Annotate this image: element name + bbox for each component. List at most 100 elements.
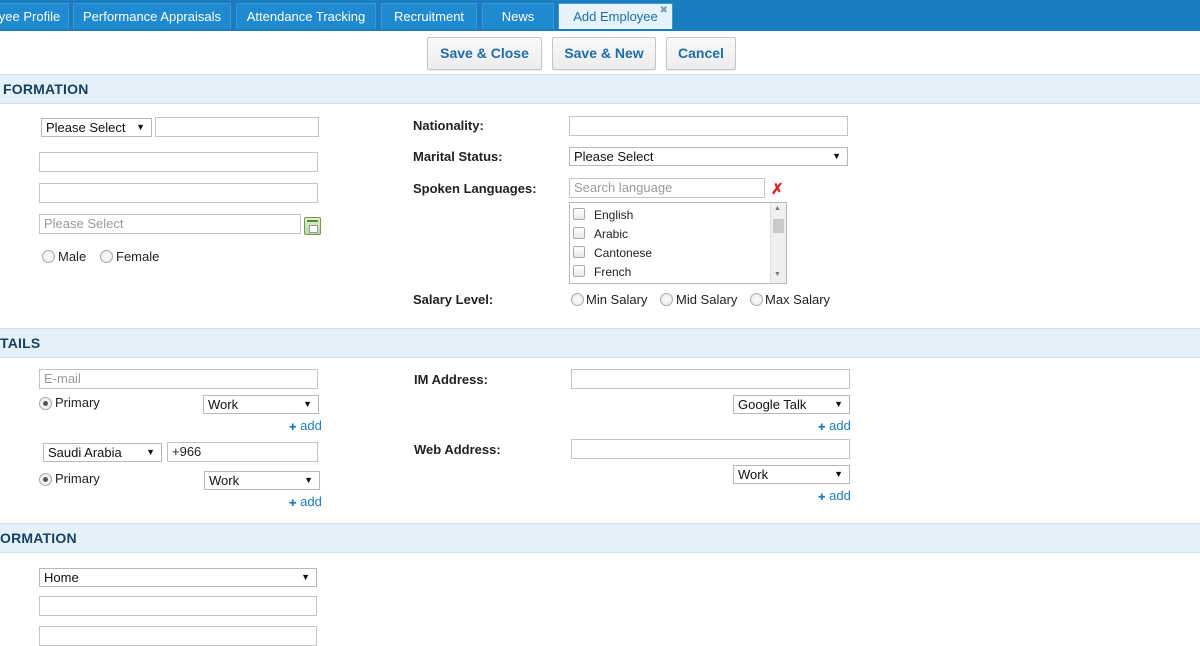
im-address-label: IM Address: xyxy=(414,372,488,387)
salary-level-label: Salary Level: xyxy=(413,292,494,307)
tab-employee-profile[interactable]: yee Profile xyxy=(0,3,69,29)
language-label: English xyxy=(594,208,634,222)
add-phone-link[interactable]: ✚ add xyxy=(289,494,322,509)
phone-type-select[interactable]: Work ▼ xyxy=(204,471,320,490)
salary-max-radio[interactable] xyxy=(750,293,763,306)
section-title: TAILS xyxy=(0,335,41,351)
tab-performance-appraisals[interactable]: Performance Appraisals xyxy=(73,3,231,29)
add-link-label: add xyxy=(829,418,851,433)
gender-male-radio[interactable] xyxy=(42,250,55,263)
nationality-input[interactable] xyxy=(569,116,848,136)
language-checkbox[interactable] xyxy=(573,265,585,277)
gender-female-label: Female xyxy=(116,249,160,264)
email-primary-label: Primary xyxy=(55,395,100,410)
dropdown-arrow-icon: ▼ xyxy=(136,122,145,132)
select-value: Work xyxy=(738,467,769,482)
language-search-input[interactable]: Search language xyxy=(569,178,765,198)
dropdown-arrow-icon: ▼ xyxy=(301,572,310,582)
plus-icon: ✚ xyxy=(289,422,297,432)
select-value: Work xyxy=(209,473,240,488)
cancel-button[interactable]: Cancel xyxy=(666,37,736,70)
section-header-address: ORMATION xyxy=(0,523,1200,553)
scrollbar-thumb[interactable] xyxy=(773,219,784,233)
marital-status-label: Marital Status: xyxy=(413,149,503,164)
gender-male-label: Male xyxy=(58,249,87,264)
add-link-label: add xyxy=(300,494,322,509)
web-type-select[interactable]: Work ▼ xyxy=(733,465,850,484)
add-email-link[interactable]: ✚ add xyxy=(289,418,322,433)
add-link-label: add xyxy=(300,418,322,433)
add-im-link[interactable]: ✚ add xyxy=(818,418,851,433)
tab-label: Attendance Tracking xyxy=(246,9,366,24)
plus-icon: ✚ xyxy=(818,422,826,432)
input-placeholder: E-mail xyxy=(44,371,81,386)
phone-primary-radio[interactable] xyxy=(39,473,52,486)
address-type-select[interactable]: Home ▼ xyxy=(39,568,317,587)
birthdate-input[interactable]: Please Select xyxy=(39,214,301,234)
web-address-input[interactable] xyxy=(571,439,850,459)
select-value: Please Select xyxy=(46,120,126,135)
scroll-down-icon[interactable]: ▼ xyxy=(774,271,781,278)
email-primary-radio[interactable] xyxy=(39,397,52,410)
section-title: ORMATION xyxy=(0,530,77,546)
tab-add-employee[interactable]: Add Employee ✖ xyxy=(558,3,673,29)
salary-max-label: Max Salary xyxy=(765,292,831,307)
tab-label: Recruitment xyxy=(393,9,465,24)
dropdown-arrow-icon: ▼ xyxy=(834,399,843,409)
phone-primary-label: Primary xyxy=(55,471,100,486)
input-placeholder: Search language xyxy=(574,180,673,195)
add-link-label: add xyxy=(829,488,851,503)
nationality-label: Nationality: xyxy=(413,118,484,133)
salary-mid-radio[interactable] xyxy=(660,293,673,306)
im-type-select[interactable]: Google Talk ▼ xyxy=(733,395,850,414)
name-input[interactable] xyxy=(155,117,319,137)
salary-min-label: Min Salary xyxy=(586,292,648,307)
select-value: Google Talk xyxy=(738,397,807,412)
phone-country-select[interactable]: Saudi Arabia ▼ xyxy=(43,443,162,462)
tab-label: Add Employee xyxy=(573,9,658,24)
text-input[interactable] xyxy=(39,152,318,172)
language-checkbox[interactable] xyxy=(573,208,585,220)
select-value: Work xyxy=(208,397,239,412)
save-new-button[interactable]: Save & New xyxy=(552,37,656,70)
email-input[interactable]: E-mail xyxy=(39,369,318,389)
email-type-select[interactable]: Work ▼ xyxy=(203,395,319,414)
salary-min-radio[interactable] xyxy=(571,293,584,306)
dropdown-arrow-icon: ▼ xyxy=(146,447,155,457)
save-close-button[interactable]: Save & Close xyxy=(427,37,542,70)
language-checkbox[interactable] xyxy=(573,227,585,239)
address-line-input[interactable] xyxy=(39,596,317,616)
clear-icon[interactable]: ✗ xyxy=(771,180,784,198)
tab-label: News xyxy=(501,9,535,24)
text-input[interactable] xyxy=(39,183,318,203)
gender-female-radio[interactable] xyxy=(100,250,113,263)
title-select[interactable]: Please Select ▼ xyxy=(41,118,152,137)
tab-attendance-tracking[interactable]: Attendance Tracking xyxy=(236,3,376,29)
salary-mid-label: Mid Salary xyxy=(676,292,738,307)
phone-input[interactable]: +966 xyxy=(167,442,318,462)
language-label: French xyxy=(594,265,632,279)
language-list[interactable]: English Arabic Cantonese French ▲ ▼ xyxy=(569,202,787,284)
im-address-input[interactable] xyxy=(571,369,850,389)
marital-status-select[interactable]: Please Select ▼ xyxy=(569,147,848,166)
scroll-up-icon[interactable]: ▲ xyxy=(774,205,781,212)
tab-news[interactable]: News xyxy=(482,3,554,29)
language-list-scrollbar[interactable]: ▲ ▼ xyxy=(770,203,786,283)
language-checkbox[interactable] xyxy=(573,246,585,258)
tab-label: yee Profile xyxy=(0,9,61,24)
address-line-input[interactable] xyxy=(39,626,317,646)
select-value: Saudi Arabia xyxy=(48,445,122,460)
select-value: Please Select xyxy=(574,149,654,164)
web-address-label: Web Address: xyxy=(414,442,501,457)
tab-recruitment[interactable]: Recruitment xyxy=(381,3,477,29)
calendar-icon[interactable] xyxy=(304,217,321,235)
module-tab-bar: yee Profile Performance Appraisals Atten… xyxy=(0,0,1200,31)
plus-icon: ✚ xyxy=(289,498,297,508)
add-web-link[interactable]: ✚ add xyxy=(818,488,851,503)
dropdown-arrow-icon: ▼ xyxy=(304,475,313,485)
close-icon[interactable]: ✖ xyxy=(660,4,668,18)
dropdown-arrow-icon: ▼ xyxy=(303,399,312,409)
dropdown-arrow-icon: ▼ xyxy=(834,469,843,479)
section-header-contact: TAILS xyxy=(0,328,1200,358)
spoken-languages-label: Spoken Languages: xyxy=(413,181,537,196)
